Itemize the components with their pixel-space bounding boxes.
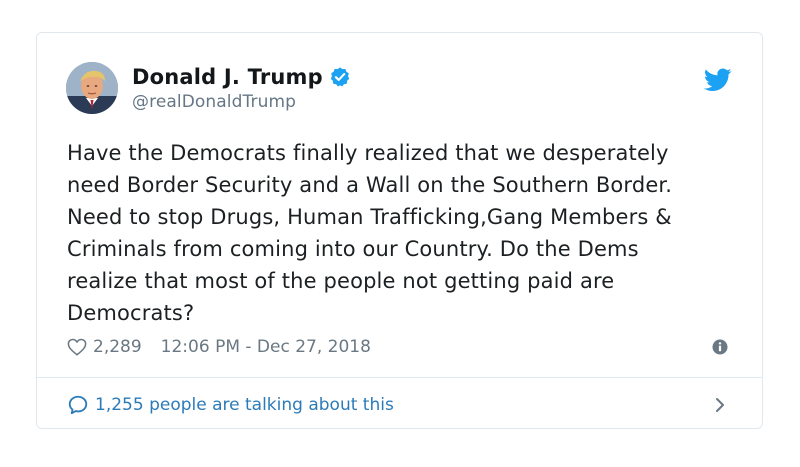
verified-badge-icon: [329, 66, 351, 88]
like-count[interactable]: 2,289: [93, 337, 142, 357]
author-display-name[interactable]: Donald J. Trump: [132, 65, 323, 89]
heart-icon[interactable]: [67, 338, 87, 356]
tweet-header: Donald J. Trump @realDonaldTrump: [66, 62, 734, 118]
twitter-bird-icon[interactable]: [703, 68, 732, 92]
author-avatar[interactable]: [66, 62, 118, 114]
tweet-timestamp[interactable]: 12:06 PM - Dec 27, 2018: [161, 337, 371, 357]
chevron-right-icon: [714, 397, 726, 413]
conversation-link[interactable]: 1,255 people are talking about this: [67, 391, 732, 419]
tweet-card: Donald J. Trump @realDonaldTrump Have th…: [36, 32, 763, 429]
conversation-label: 1,255 people are talking about this: [95, 395, 394, 415]
info-icon[interactable]: [712, 339, 728, 355]
author-handle[interactable]: @realDonaldTrump: [132, 92, 351, 112]
divider: [37, 377, 762, 378]
display-name-row: Donald J. Trump: [132, 63, 351, 91]
tweet-meta: 2,289 12:06 PM - Dec 27, 2018: [67, 334, 732, 360]
avatar-image: [66, 62, 118, 114]
tweet-text: Have the Democrats finally realized that…: [67, 141, 673, 325]
author-names: Donald J. Trump @realDonaldTrump: [132, 63, 351, 112]
speech-bubble-icon: [67, 394, 89, 416]
